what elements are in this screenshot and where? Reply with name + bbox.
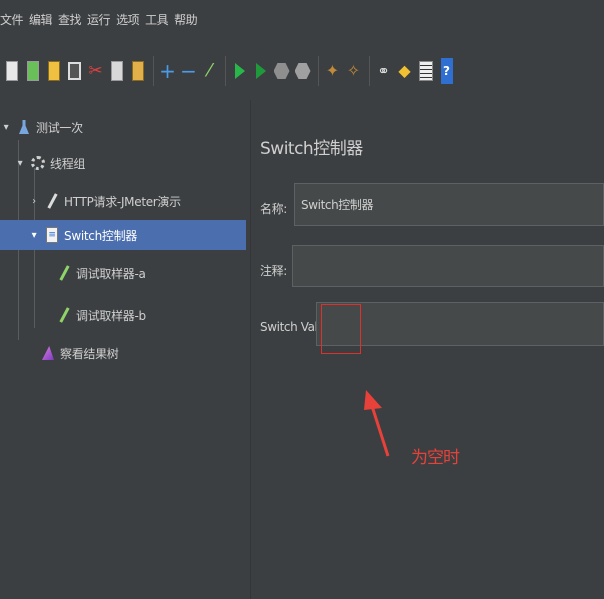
split-pane-divider[interactable] bbox=[250, 100, 251, 599]
toggle-icon[interactable]: ⁄ bbox=[200, 56, 219, 86]
chevron-down-icon[interactable]: ▾ bbox=[14, 158, 26, 169]
flask-icon bbox=[16, 118, 32, 136]
tree-node-test-plan[interactable]: ▾ 测试一次 bbox=[0, 112, 246, 142]
menu-tools[interactable]: 工具 bbox=[145, 11, 169, 28]
name-label: 名称: bbox=[260, 202, 287, 216]
start-icon[interactable] bbox=[230, 56, 249, 86]
switch-controller-icon: ≡ bbox=[44, 226, 60, 244]
tree-node-label: Switch控制器 bbox=[64, 228, 137, 243]
chevron-down-icon[interactable]: ▾ bbox=[28, 230, 40, 241]
menu-file[interactable]: 文件 bbox=[0, 11, 24, 28]
panel-title: Switch控制器 bbox=[260, 139, 363, 159]
comment-label: 注释: bbox=[260, 264, 287, 278]
annotation-highlight-box bbox=[321, 304, 361, 354]
tree-node-label: HTTP请求-JMeter演示 bbox=[64, 194, 181, 209]
search-icon[interactable]: ⚭ bbox=[374, 56, 393, 86]
reset-search-icon[interactable]: ◆ bbox=[395, 56, 414, 86]
tree-node-sampler-b[interactable]: 调试取样器-b bbox=[56, 300, 246, 330]
pen-icon bbox=[44, 192, 60, 210]
collapse-icon[interactable]: − bbox=[179, 56, 198, 86]
tree-node-label: 线程组 bbox=[50, 156, 86, 171]
tree-node-label: 调试取样器-a bbox=[76, 266, 146, 281]
tree-node-switch-controller[interactable]: ▾ ≡ Switch控制器 bbox=[0, 220, 246, 250]
chevron-right-icon[interactable]: › bbox=[28, 196, 40, 207]
pen-icon bbox=[56, 306, 72, 324]
templates-icon[interactable] bbox=[23, 56, 42, 86]
shutdown-icon[interactable] bbox=[293, 56, 312, 86]
menu-search[interactable]: 查找 bbox=[58, 11, 82, 28]
tree-node-thread-group[interactable]: ▾ 线程组 bbox=[14, 148, 246, 178]
start-no-pause-icon[interactable] bbox=[251, 56, 270, 86]
listener-icon bbox=[40, 344, 56, 362]
tree-node-result-tree[interactable]: 察看结果树 bbox=[40, 338, 246, 368]
menu-bar: 文件 编辑 查找 运行 选项 工具 帮助 bbox=[0, 0, 604, 38]
paste-icon[interactable] bbox=[128, 56, 147, 86]
menu-edit[interactable]: 编辑 bbox=[29, 11, 53, 28]
name-field-value: Switch控制器 bbox=[301, 198, 374, 212]
menu-help[interactable]: 帮助 bbox=[174, 11, 198, 28]
menu-run[interactable]: 运行 bbox=[87, 11, 111, 28]
cut-icon[interactable]: ✂ bbox=[86, 56, 105, 86]
toolbar-separator bbox=[153, 56, 154, 86]
copy-icon[interactable] bbox=[107, 56, 126, 86]
clear-icon[interactable]: ✦ bbox=[323, 56, 342, 86]
comment-field[interactable] bbox=[292, 245, 604, 287]
tree-node-sampler-a[interactable]: 调试取样器-a bbox=[56, 258, 246, 288]
toolbar-separator bbox=[369, 56, 370, 86]
annotation-arrow-icon bbox=[364, 390, 390, 457]
name-field[interactable]: Switch控制器 bbox=[294, 183, 604, 226]
toolbar-separator bbox=[318, 56, 319, 86]
toolbar-separator bbox=[225, 56, 226, 86]
clear-all-icon[interactable]: ✧ bbox=[344, 56, 363, 86]
menu-options[interactable]: 选项 bbox=[116, 11, 140, 28]
tree-node-label: 调试取样器-b bbox=[76, 308, 146, 323]
save-icon[interactable] bbox=[65, 56, 84, 86]
help-icon[interactable]: ? bbox=[437, 56, 456, 86]
function-helper-icon[interactable] bbox=[416, 56, 435, 86]
gear-icon bbox=[30, 154, 46, 172]
pen-icon bbox=[56, 264, 72, 282]
toolbar: ✂ + − ⁄ ✦ ✧ ⚭ ◆ ? bbox=[0, 46, 604, 96]
chevron-down-icon[interactable]: ▾ bbox=[0, 122, 12, 133]
expand-icon[interactable]: + bbox=[158, 56, 177, 86]
tree-node-http-request[interactable]: › HTTP请求-JMeter演示 bbox=[28, 186, 246, 216]
tree-node-label: 察看结果树 bbox=[60, 346, 119, 361]
tree-node-label: 测试一次 bbox=[36, 120, 83, 135]
stop-icon[interactable] bbox=[272, 56, 291, 86]
annotation-text: 为空时 bbox=[411, 448, 460, 468]
open-icon[interactable] bbox=[44, 56, 63, 86]
new-icon[interactable] bbox=[2, 56, 21, 86]
